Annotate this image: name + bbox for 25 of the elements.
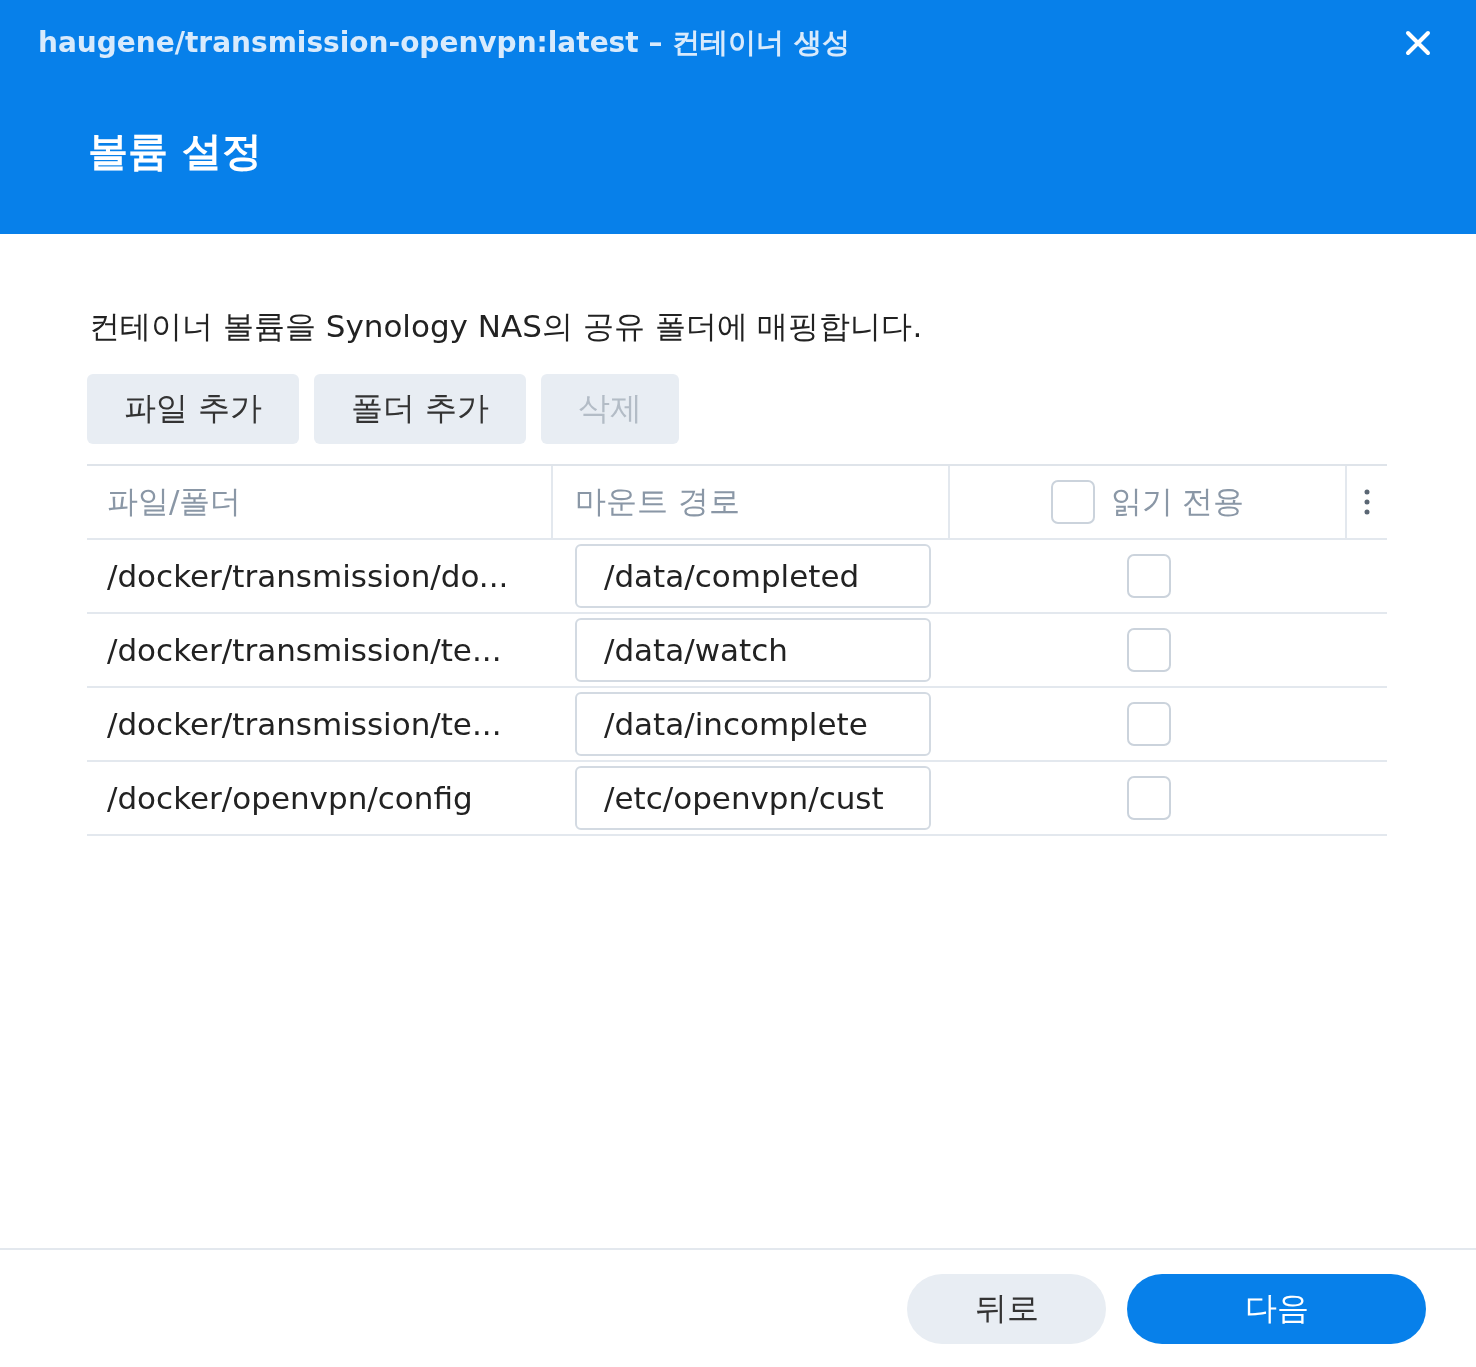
input-field[interactable]: /data/watch [575,618,931,682]
checkbox[interactable] [1126,628,1171,672]
table-cell: /docker/transmission/te... [107,632,502,668]
table-cell: /docker/openvpn/config [107,780,473,816]
checkbox[interactable] [1126,554,1171,598]
toolbar-button[interactable]: 폴더 추가 [314,374,527,444]
step-title: 볼륨 설정 [88,127,263,176]
table-cell: /docker/transmission/te... [107,706,502,742]
more-options-icon[interactable] [1364,489,1370,515]
toolbar-button[interactable]: 파일 추가 [87,374,300,444]
column-header: 파일/폴더 [107,482,242,521]
checkbox[interactable] [1050,480,1095,524]
input-field[interactable]: /data/completed [575,544,931,608]
close-icon[interactable] [1405,30,1431,56]
back-button[interactable]: 뒤로 [907,1273,1106,1344]
table-cell: /docker/transmission/do... [107,558,509,594]
checkbox[interactable] [1126,776,1171,820]
input-field[interactable]: /etc/openvpn/cust [575,766,931,830]
column-header: 읽기 전용 [1110,482,1245,521]
description-text: 컨테이너 볼륨을 Synology NAS의 공유 폴더에 매핑합니다. [89,307,924,346]
window-title: haugene/transmission-openvpn:latest – 컨테이너 생성 [38,25,850,61]
input-field[interactable]: /data/incomplete [575,692,931,756]
checkbox[interactable] [1126,702,1171,746]
next-button[interactable]: 다음 [1127,1273,1426,1344]
column-header: 마운트 경로 [575,482,740,521]
